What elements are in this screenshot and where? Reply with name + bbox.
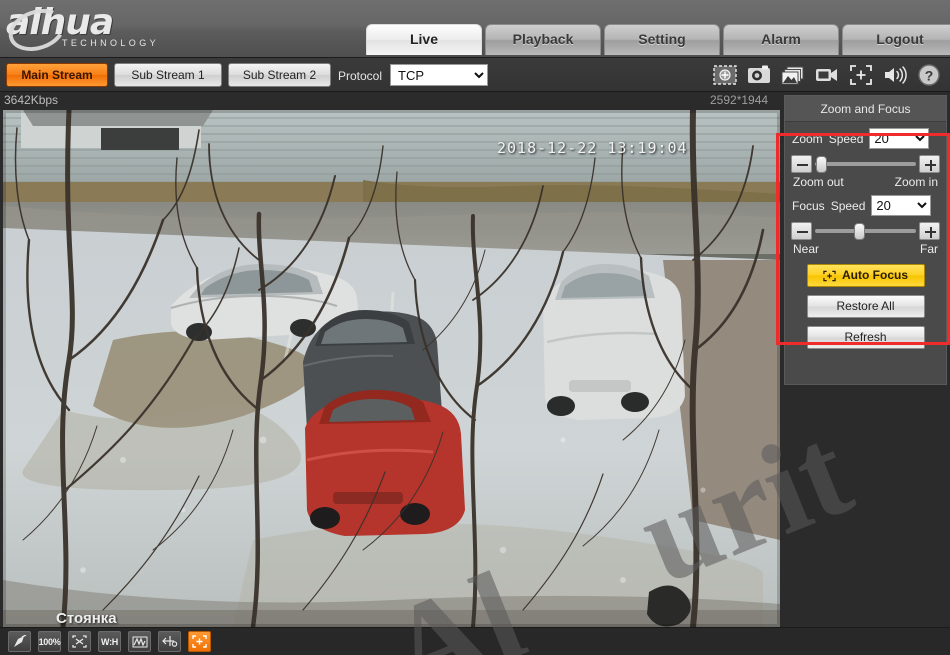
bitrate-label: 3642Kbps [4,93,59,107]
zoom-focus-panel: Zoom and Focus Zoom Speed 20 Zoom out Zo… [784,95,947,385]
nav-tab-setting[interactable]: Setting [604,24,720,55]
aspect-wh-label: W:H [101,636,118,647]
zoom-speed-row: Zoom Speed 20 [785,122,946,149]
zoom-100-label: 100% [38,636,61,647]
zoom-speed-select[interactable]: 20 [869,128,930,149]
zoom-speed-label: Speed [828,131,864,146]
sub-stream-1-button[interactable]: Sub Stream 1 [114,63,222,87]
zoom-slider-endpoints: Zoom out Zoom in [785,173,946,189]
snapshot-icon[interactable] [746,62,772,88]
zoom-100-icon[interactable]: 100% [38,631,61,652]
add-region-icon[interactable] [712,62,738,88]
rule-info-icon[interactable] [158,631,181,652]
video-stream-view[interactable] [3,110,780,627]
focus-slider-endpoints: Near Far [785,240,946,256]
record-icon[interactable] [814,62,840,88]
zoom-label: Zoom [792,131,823,146]
panel-title: Zoom and Focus [785,96,946,122]
main-nav: Live Playback Setting Alarm Logout [366,24,950,55]
refresh-button[interactable]: Refresh [806,326,925,349]
fullscreen-icon[interactable] [68,631,91,652]
auto-focus-button[interactable]: Auto Focus [806,264,925,287]
focus-slider-track[interactable] [815,223,916,240]
video-control-icon-group: 100% W:H [8,631,211,652]
restore-all-button[interactable]: Restore All [806,295,925,318]
auto-focus-icon [823,270,836,281]
nav-tab-alarm[interactable]: Alarm [723,24,839,55]
focus-minus-icon[interactable] [791,222,812,240]
ptz-pointer-icon[interactable] [8,631,31,652]
app-header: alhua TECHNOLOGY Live Playback Setting A… [0,0,950,58]
zoom-plus-icon[interactable] [919,155,940,173]
focus-speed-row: Focus Speed 20 [785,189,946,216]
video-frame [3,110,780,627]
nav-tab-logout[interactable]: Logout [842,24,950,55]
protocol-label: Protocol [338,69,383,83]
logo-tagline: TECHNOLOGY [62,38,160,48]
resolution-label: 2592*1944 [710,93,769,107]
nav-tab-playback[interactable]: Playback [485,24,601,55]
protocol-select[interactable]: TCP [390,64,488,86]
zoom-slider-row [785,149,946,173]
nav-tab-live[interactable]: Live [366,24,482,55]
stream-icon-group: ? [712,62,942,88]
auto-focus-label: Auto Focus [842,268,908,282]
fluency-icon[interactable] [128,631,151,652]
video-control-toolbar: 100% W:H [0,627,950,655]
near-label: Near [793,242,820,256]
sub-stream-2-button[interactable]: Sub Stream 2 [228,63,331,87]
zoom-out-label: Zoom out [793,175,844,189]
dahua-logo: alhua TECHNOLOGY [3,2,186,58]
osd-channel-title: Стоянка [56,610,117,627]
zoom-slider-handle[interactable] [816,156,828,173]
main-stream-button[interactable]: Main Stream [6,63,108,87]
focus-speed-label: Speed [830,198,866,213]
focus-label: Focus [792,198,825,213]
zoom-region-icon[interactable] [848,62,874,88]
triple-snapshot-icon[interactable] [780,62,806,88]
far-label: Far [920,242,938,256]
focus-speed-select[interactable]: 20 [871,195,932,216]
osd-timestamp: 2018-12-22 13:19:04 [497,139,688,157]
zoom-in-label: Zoom in [894,175,938,189]
focus-slider-handle[interactable] [854,223,866,240]
zoom-minus-icon[interactable] [791,155,812,173]
svg-text:?: ? [925,68,934,84]
help-icon[interactable]: ? [916,62,942,88]
audio-icon[interactable] [882,62,908,88]
aspect-wh-icon[interactable]: W:H [98,631,121,652]
zoom-slider-track[interactable] [815,156,916,173]
focus-slider-row [785,216,946,240]
zoom-focus-icon[interactable] [188,631,211,652]
stream-toolbar: Main Stream Sub Stream 1 Sub Stream 2 Pr… [0,58,950,92]
dahua-live-view-page: alhua TECHNOLOGY Live Playback Setting A… [0,0,950,655]
focus-plus-icon[interactable] [919,222,940,240]
